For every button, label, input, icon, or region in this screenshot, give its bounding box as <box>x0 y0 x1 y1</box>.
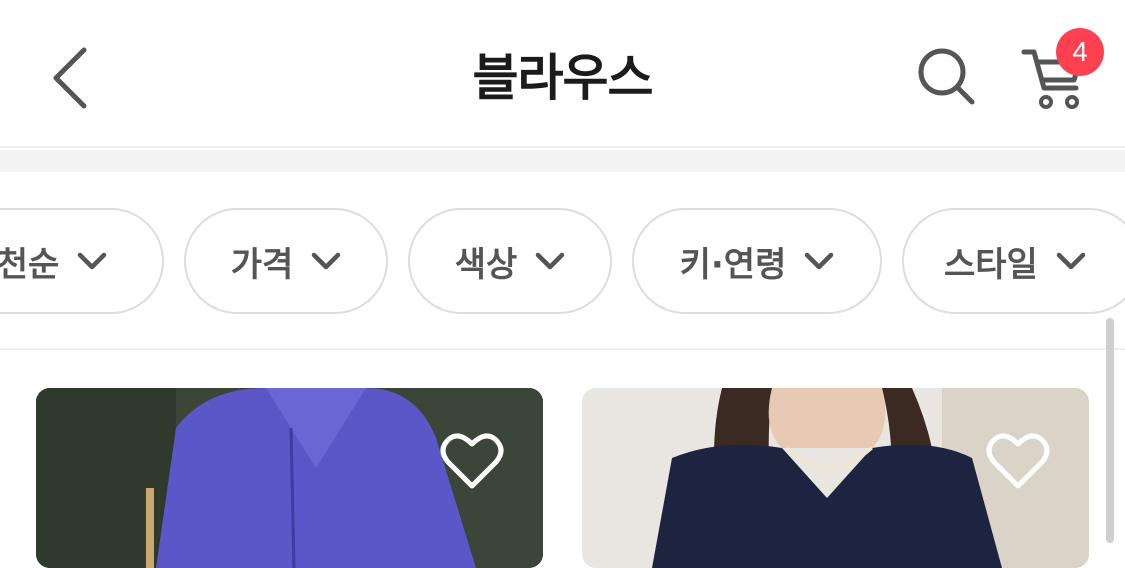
section-divider <box>0 150 1125 172</box>
chevron-down-icon <box>312 252 341 270</box>
chevron-down-icon <box>536 252 565 270</box>
filter-chip-style[interactable]: 스타일 <box>902 208 1125 314</box>
search-button[interactable] <box>912 42 984 114</box>
back-button[interactable] <box>44 40 104 116</box>
cart-count-badge: 4 <box>1056 28 1104 76</box>
filter-bar: 천순 가격 색상 키·연령 스타일 <box>0 172 1125 350</box>
filter-chip-color[interactable]: 색상 <box>408 208 612 314</box>
product-card[interactable] <box>36 388 543 568</box>
vertical-scrollbar[interactable] <box>1106 318 1114 543</box>
filter-chip-label: 가격 <box>230 244 294 285</box>
heart-outline-icon[interactable] <box>440 432 504 490</box>
product-card[interactable] <box>582 388 1089 568</box>
filter-chip-height-age[interactable]: 키·연령 <box>632 208 882 314</box>
chevron-left-icon <box>53 47 87 109</box>
filter-chip-label: 키·연령 <box>679 244 787 285</box>
product-grid <box>0 352 1125 568</box>
heart-outline-icon[interactable] <box>986 432 1050 490</box>
filter-chip-label: 색상 <box>454 244 518 285</box>
search-icon <box>918 48 975 105</box>
top-app-bar: 블라우스 4 <box>0 0 1125 148</box>
filter-chip-label: 천순 <box>0 244 60 285</box>
filter-chip-sort[interactable]: 천순 <box>0 208 164 314</box>
chevron-down-icon <box>1056 252 1086 270</box>
chevron-down-icon <box>805 252 834 270</box>
chevron-down-icon <box>78 252 107 270</box>
filter-chip-label: 스타일 <box>944 244 1038 285</box>
filter-chip-price[interactable]: 가격 <box>184 208 388 314</box>
